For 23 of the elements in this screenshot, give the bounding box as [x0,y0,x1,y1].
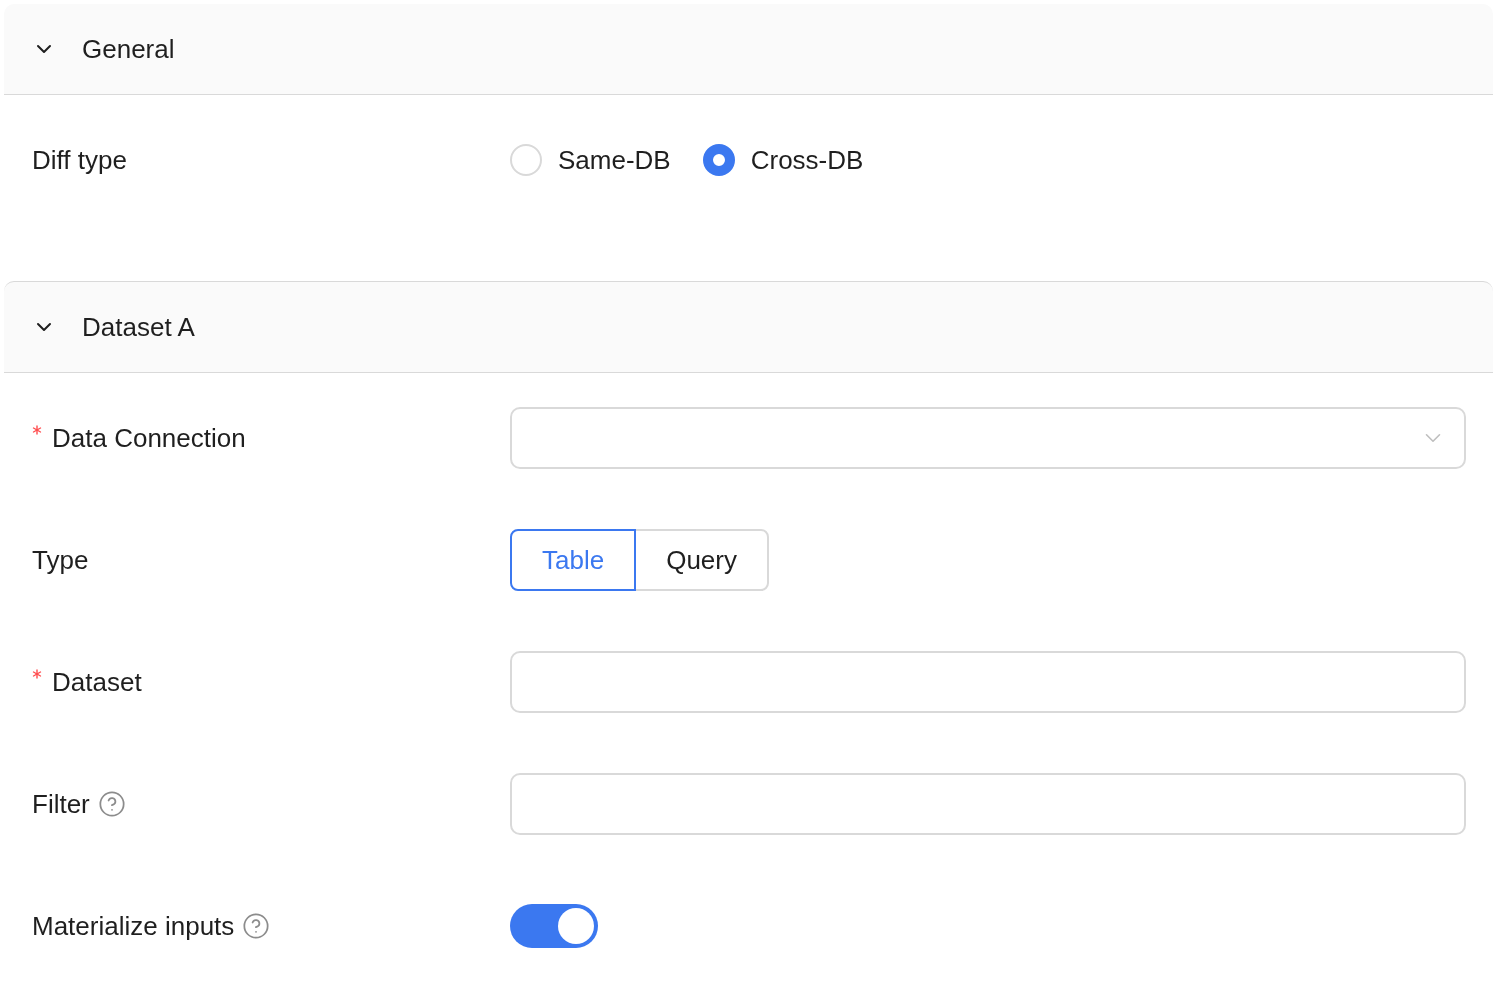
radio-label: Cross-DB [750,144,864,176]
radio-option[interactable]: Cross-DB [702,144,864,176]
field-label: Data Connection [52,422,246,454]
section-header[interactable]: General [4,4,1493,95]
field-label: Materialize inputs [32,910,235,942]
select-field[interactable] [510,407,1466,469]
input-field[interactable] [510,651,1466,713]
section-title: General [82,33,175,65]
segment-button[interactable]: Table [510,529,637,591]
input-field[interactable] [510,773,1466,835]
radio-icon[interactable] [702,144,735,176]
segment-button[interactable]: Query [634,529,769,591]
section-title: Dataset A [82,311,195,343]
field-label: Filter [32,788,90,820]
field-label: Diff type [32,144,127,176]
field-label: Dataset [52,666,142,698]
radio-option[interactable]: Same-DB [510,144,671,176]
help-icon[interactable] [242,912,271,940]
field-label: Type [32,544,89,576]
section-header[interactable]: Dataset A [4,281,1493,373]
toggle-switch[interactable] [510,904,598,948]
help-icon[interactable] [97,790,126,818]
radio-label: Same-DB [558,144,671,176]
